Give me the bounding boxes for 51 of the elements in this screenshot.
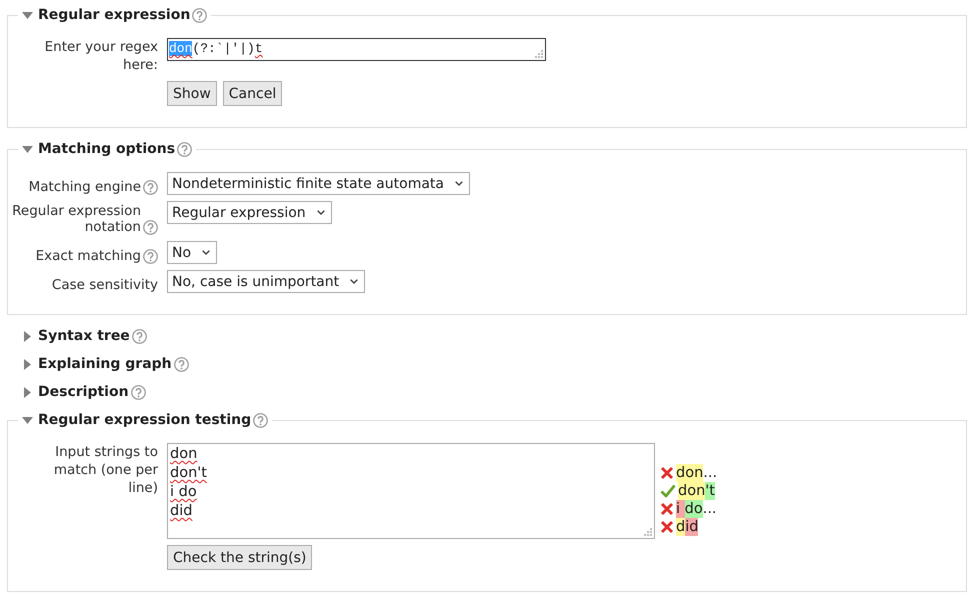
help-icon[interactable]	[132, 328, 147, 344]
help-icon[interactable]	[174, 356, 189, 372]
regex-field[interactable]: don(?:`|'|)t	[167, 38, 546, 61]
help-icon[interactable]	[192, 8, 208, 22]
triangle-down-icon[interactable]	[22, 416, 33, 424]
field-label: Enter your regex here:	[44, 38, 158, 75]
help-icon[interactable]	[253, 412, 268, 428]
help-icon[interactable]	[143, 180, 158, 195]
unmatched-part: id	[685, 518, 698, 536]
help-icon[interactable]	[130, 384, 146, 400]
section-title[interactable]: Explaining graph	[38, 354, 172, 374]
trailing-text: ...	[702, 500, 717, 518]
triangle-right-icon[interactable]	[24, 358, 31, 370]
chevron-down-icon	[316, 210, 325, 215]
help-icon[interactable]	[143, 249, 158, 264]
field-label: Case sensitivity	[52, 277, 158, 293]
triangle-down-icon[interactable]	[22, 12, 33, 18]
help-icon[interactable]	[177, 142, 192, 156]
dropdown-select[interactable]: Nondeterministic finite state automata	[167, 172, 470, 195]
help-icon[interactable]	[143, 220, 158, 235]
resize-grip-icon[interactable]	[643, 527, 652, 536]
triangle-down-icon[interactable]	[22, 146, 33, 152]
field-label: Input strings to match (one per line)	[52, 443, 158, 498]
chevron-down-icon	[202, 250, 210, 255]
expected-part: 't	[705, 482, 715, 500]
section-title[interactable]: Regular expression	[38, 5, 190, 25]
dropdown-select[interactable]: Regular expression	[167, 201, 332, 224]
matched-part: don	[676, 464, 704, 482]
section-title[interactable]: Description	[38, 382, 129, 402]
section-title[interactable]: Syntax tree	[38, 326, 130, 346]
dropdown-select[interactable]: No, case is unimportant	[167, 270, 366, 293]
chevron-down-icon	[454, 181, 463, 186]
action-button[interactable]: Cancel	[222, 81, 282, 106]
test-strings-field[interactable]: don don't i do did	[167, 443, 655, 539]
matched-part: don	[678, 482, 706, 500]
dropdown-select[interactable]: No	[167, 241, 218, 264]
section-title[interactable]: Matching options	[38, 139, 176, 159]
action-button[interactable]: Check the string(s)	[167, 545, 312, 570]
action-button[interactable]: Show	[167, 81, 217, 106]
field-label: Exact matching	[36, 248, 141, 264]
field-label: Regular expression notation	[12, 203, 141, 235]
field-label: Matching engine	[28, 179, 141, 195]
unmatched-part: i	[676, 500, 685, 518]
triangle-right-icon[interactable]	[24, 386, 31, 398]
expected-part: do	[684, 500, 703, 518]
resize-grip-icon[interactable]	[534, 49, 543, 58]
section-title[interactable]: Regular expression testing	[38, 410, 252, 430]
triangle-right-icon[interactable]	[24, 330, 31, 342]
matched-part: d	[676, 518, 686, 536]
chevron-down-icon	[350, 279, 358, 284]
trailing-text: ...	[703, 464, 718, 482]
